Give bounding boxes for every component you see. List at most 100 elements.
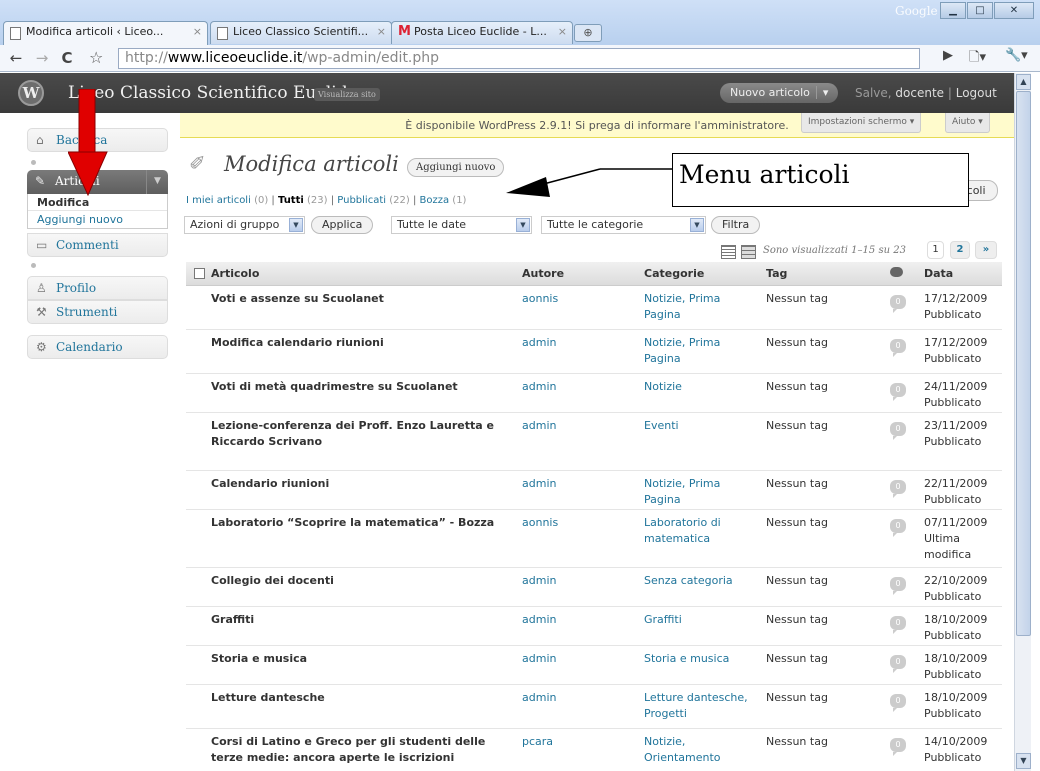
page-menu-icon[interactable]: 🗋▾ [969,48,986,68]
table-row[interactable]: Laboratorio “Scoprire la matematica” - B… [186,509,1002,568]
post-title-link[interactable]: Letture dantesche [211,691,325,704]
post-category[interactable]: Pagina [644,308,681,321]
post-category[interactable]: Notizie [644,380,682,393]
post-category[interactable]: Eventi [644,419,679,432]
post-category[interactable]: Senza categoria [644,574,733,587]
post-category[interactable]: Notizie, Prima [644,292,720,305]
sidebar-item-comments[interactable]: ▭ Commenti [27,233,168,257]
reload-icon[interactable]: C [57,48,77,68]
sidebar-item-tools[interactable]: ⚒ Strumenti [27,300,168,324]
tab-close-icon[interactable]: × [377,25,386,38]
page-number-2[interactable]: 2 [950,241,970,259]
screen-options-button[interactable]: Impostazioni schermo ▾ [801,113,922,133]
post-category[interactable]: Notizie, Prima [644,477,720,490]
comment-count-badge[interactable]: 0 [890,479,906,498]
post-title-link[interactable]: Collegio dei docenti [211,574,334,587]
bulk-actions-select[interactable]: Azioni di gruppo ▼ [184,216,305,234]
minimize-icon[interactable]: ▁ [940,2,966,19]
post-title-link[interactable]: Voti e assenze su Scuolanet [211,292,384,305]
list-view-icon[interactable] [721,245,736,259]
help-button[interactable]: Aiuto ▾ [945,113,990,133]
post-category[interactable]: Pagina [644,493,681,506]
sidebar-item-calendar[interactable]: ⚙ Calendario [27,335,168,359]
apply-button[interactable]: Applica [311,216,374,234]
comment-count-badge[interactable]: 0 [890,615,906,634]
table-row[interactable]: Corsi di Latino e Greco per gli studenti… [186,728,1002,771]
post-category[interactable]: Notizie, [644,735,685,748]
star-icon[interactable]: ☆ [89,48,103,67]
filter-draft[interactable]: Bozza [420,195,450,206]
vertical-scrollbar[interactable]: ▲ ▼ [1014,73,1031,771]
excerpt-view-icon[interactable] [741,245,756,259]
post-category[interactable]: Graffiti [644,613,682,626]
table-row[interactable]: Collegio dei docenti admin Senza categoria… [186,567,1002,607]
browser-tab-1[interactable]: Modifica articoli ‹ Liceo... × [3,21,208,45]
table-row[interactable]: Voti di metà quadrimestre su Scuolanet ad… [186,373,1002,413]
post-author-link[interactable]: admin [522,574,556,587]
address-bar[interactable]: http://www.liceoeuclide.it/wp-admin/edit… [118,48,920,69]
submenu-item-edit[interactable]: Modifica [28,194,167,211]
comment-count-badge[interactable]: 0 [890,576,906,595]
filter-all[interactable]: Tutti [278,195,304,206]
table-row[interactable]: Voti e assenze su Scuolanet aonnis Notizie… [186,285,1002,330]
scroll-up-icon[interactable]: ▲ [1016,74,1031,90]
post-author-link[interactable]: admin [522,419,556,432]
select-all-checkbox[interactable] [194,268,205,280]
post-author-link[interactable]: admin [522,613,556,626]
column-date[interactable]: Data [916,262,1002,286]
comment-count-badge[interactable]: 0 [890,518,906,537]
filter-button[interactable]: Filtra [711,216,761,234]
post-title-link[interactable]: Voti di metà quadrimestre su Scuolanet [211,380,458,393]
post-author-link[interactable]: admin [522,691,556,704]
scrollbar-thumb[interactable] [1016,91,1031,636]
new-post-button[interactable]: Nuovo articolo ▾ [720,83,839,103]
submenu-item-add-new[interactable]: Aggiungi nuovo [28,211,167,228]
filter-published[interactable]: Pubblicati [337,195,386,206]
post-category[interactable]: Laboratorio di [644,516,721,529]
comment-count-badge[interactable]: 0 [890,338,906,357]
next-page-link[interactable]: » [975,241,997,259]
post-author-link[interactable]: admin [522,477,556,490]
post-category[interactable]: Orientamento [644,751,721,764]
comment-count-badge[interactable]: 0 [890,654,906,673]
table-row[interactable]: Storia e musica admin Storia e musica Nessu… [186,645,1002,685]
post-title-link[interactable]: Lezione-conferenza dei Proff. Enzo Laure… [211,419,494,448]
post-category[interactable]: Pagina [644,352,681,365]
post-author-link[interactable]: admin [522,336,556,349]
tab-close-icon[interactable]: × [193,25,202,38]
comment-count-badge[interactable]: 0 [890,737,906,756]
forward-icon[interactable]: → [32,48,52,68]
post-title-link[interactable]: Graffiti [211,613,254,626]
visit-site-button[interactable]: Visualizza sito [314,88,380,101]
post-title-link[interactable]: Calendario riunioni [211,477,329,490]
table-row[interactable]: Lezione-conferenza dei Proff. Enzo Laure… [186,412,1002,471]
post-title-link[interactable]: Modifica calendario riunioni [211,336,384,349]
close-window-icon[interactable]: ✕ [994,2,1034,19]
table-row[interactable]: Calendario riunioni admin Notizie, Prima Pa… [186,470,1002,510]
post-author-link[interactable]: admin [522,380,556,393]
post-category[interactable]: Progetti [644,707,687,720]
chevron-down-icon[interactable]: ▾ [815,86,829,99]
post-title-link[interactable]: Corsi di Latino e Greco per gli studenti… [211,735,485,764]
play-icon[interactable]: ▶ [943,48,953,68]
logout-link[interactable]: Logout [956,86,997,100]
filter-mine[interactable]: I miei articoli [186,195,251,206]
post-author-link[interactable]: pcara [522,735,553,748]
menu-toggle-icon[interactable]: ▼ [146,170,168,194]
comment-count-badge[interactable]: 0 [890,294,906,313]
browser-tab-3[interactable]: M Posta Liceo Euclide - L... × [391,21,573,44]
table-row[interactable]: Letture dantesche admin Letture dantesche,… [186,684,1002,729]
comment-count-badge[interactable]: 0 [890,382,906,401]
post-category[interactable]: Storia e musica [644,652,729,665]
post-author-link[interactable]: aonnis [522,516,558,529]
user-link[interactable]: docente [895,86,944,100]
add-new-button[interactable]: Aggiungi nuovo [407,158,505,177]
post-author-link[interactable]: aonnis [522,292,558,305]
sidebar-item-profile[interactable]: ♙ Profilo [27,276,168,300]
post-category[interactable]: matematica [644,532,710,545]
date-select[interactable]: Tutte le date ▼ [391,216,532,234]
category-select[interactable]: Tutte le categorie ▼ [541,216,706,234]
browser-tab-2[interactable]: Liceo Classico Scientifi... × [210,21,392,44]
scroll-down-icon[interactable]: ▼ [1016,753,1031,769]
maximize-icon[interactable]: □ [967,2,993,19]
